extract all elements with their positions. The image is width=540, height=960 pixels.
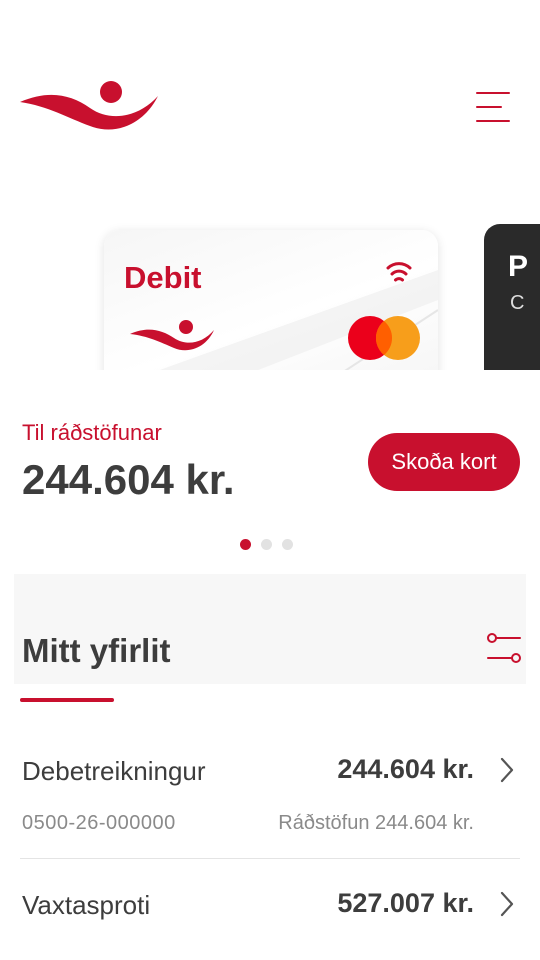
available-balance-amount: 244.604 kr. xyxy=(22,456,235,503)
bank-logo-icon[interactable] xyxy=(18,80,160,136)
available-balance-label: Til ráðstöfunar xyxy=(22,420,162,445)
card-logo-icon xyxy=(130,320,214,351)
card-title: Debit xyxy=(124,260,202,295)
chevron-right-icon xyxy=(500,757,514,783)
menu-button[interactable] xyxy=(470,88,514,128)
account-amount: 527.007 kr. xyxy=(337,888,474,918)
chevron-right-icon xyxy=(500,891,514,917)
menu-line-top xyxy=(476,92,510,94)
account-row-savings[interactable]: Vaxtasproti 527.007 kr. xyxy=(0,884,540,944)
account-name: Debetreikningur xyxy=(22,756,206,786)
card-carousel[interactable]: Debit P C xyxy=(0,170,540,370)
second-card-subtitle: C xyxy=(510,292,525,314)
account-row-debit[interactable]: Debetreikningur 244.604 kr. 0500-26-0000… xyxy=(0,750,540,850)
second-card-title: P xyxy=(508,250,529,283)
debit-card[interactable]: Debit xyxy=(104,230,438,370)
overview-title-underline xyxy=(20,698,114,702)
second-card[interactable]: P C xyxy=(484,224,540,370)
row-divider xyxy=(20,858,520,859)
contactless-icon xyxy=(386,262,412,282)
menu-line-bottom xyxy=(476,120,510,122)
overview-title: Mitt yfirlit xyxy=(22,632,171,669)
filter-sliders-icon[interactable] xyxy=(486,632,522,664)
carousel-pagination xyxy=(240,539,293,551)
menu-line-middle xyxy=(476,106,502,108)
account-amount: 244.604 kr. xyxy=(337,754,474,784)
pagination-dot-2[interactable] xyxy=(261,539,272,550)
pagination-dot-1[interactable] xyxy=(240,539,251,550)
pagination-dot-3[interactable] xyxy=(282,539,293,550)
view-card-button[interactable]: Skoða kort xyxy=(368,433,520,491)
mastercard-icon xyxy=(348,316,420,360)
account-number: 0500-26-000000 xyxy=(22,812,176,834)
account-available: Ráðstöfun 244.604 kr. xyxy=(278,812,474,834)
app-header xyxy=(0,0,540,170)
account-name: Vaxtasproti xyxy=(22,890,151,920)
